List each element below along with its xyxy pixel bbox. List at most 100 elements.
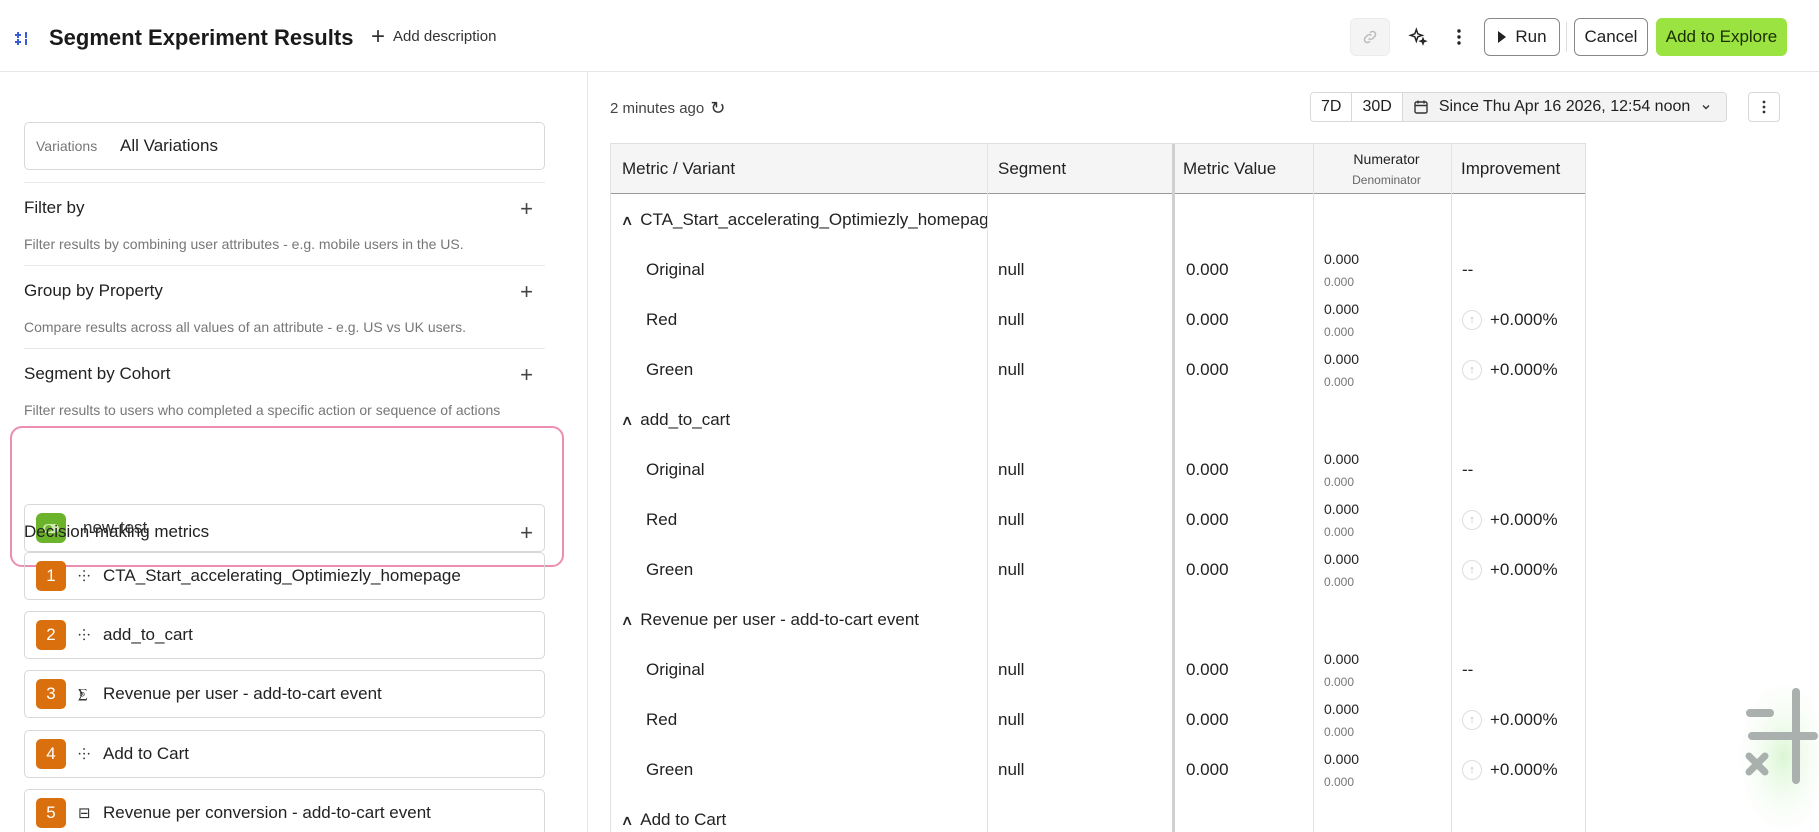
- numerator-denominator: 0.000 0.000: [1324, 251, 1360, 289]
- sparkle-icon: [1408, 27, 1428, 46]
- variant-name: Original: [646, 460, 705, 479]
- plus-icon: +: [371, 22, 386, 50]
- arrow-up-icon: ↑: [1462, 560, 1482, 580]
- ai-assist-button[interactable]: [1400, 18, 1436, 56]
- arrow-up-icon: ↑: [1462, 360, 1482, 380]
- numerator-label: Numerator: [1353, 151, 1420, 167]
- chevron-up-icon[interactable]: ∧: [620, 412, 633, 429]
- filter-by-title: Filter by: [24, 198, 85, 217]
- variant-name: Original: [646, 660, 705, 679]
- variations-selector[interactable]: Variations All Variations: [24, 122, 545, 170]
- metric-name: Revenue per user - add-to-cart event: [103, 684, 382, 703]
- table-row: Green null 0.000 0.000 0.000 ↑ +0.000%: [611, 345, 1585, 395]
- play-icon: [1498, 31, 1507, 43]
- sum-icon: ⨊: [78, 685, 88, 703]
- add-to-explore-button[interactable]: Add to Explore: [1656, 18, 1787, 56]
- variant-name: Green: [646, 760, 694, 779]
- column-header-segment[interactable]: Segment: [987, 144, 1172, 194]
- kebab-icon: [1762, 100, 1766, 114]
- metric-name: CTA_Start_accelerating_Optimiezly_homepa…: [103, 566, 461, 585]
- metric-item[interactable]: 3 ⨊ Revenue per user - add-to-cart event: [24, 670, 545, 718]
- numerator-denominator: 0.000 0.000: [1324, 351, 1360, 389]
- segment-value: null: [998, 460, 1025, 479]
- variant-name: Green: [646, 360, 694, 379]
- metric-rank-badge: 5: [36, 798, 66, 828]
- add-metric-button[interactable]: +: [520, 520, 533, 546]
- metric-group-row[interactable]: ∧ Revenue per user - add-to-cart event: [611, 595, 1585, 645]
- metric-item[interactable]: 4 ⸭ Add to Cart: [24, 730, 545, 778]
- metric-group-row[interactable]: ∧ CTA_Start_accelerating_Optimiezly_homep…: [611, 195, 1585, 245]
- column-header-improvement[interactable]: Improvement: [1450, 144, 1585, 194]
- variant-name: Red: [646, 510, 678, 529]
- metric-group-row[interactable]: ∧ Add to Cart: [611, 795, 1585, 832]
- column-header-numerator[interactable]: Numerator Denominator: [1312, 144, 1450, 194]
- table-row: Original null 0.000 0.000 0.000 --: [611, 245, 1585, 295]
- metric-item[interactable]: 1 ⸭ CTA_Start_accelerating_Optimiezly_ho…: [24, 552, 545, 600]
- run-button[interactable]: Run: [1484, 18, 1560, 56]
- date-picker-button[interactable]: Since Thu Apr 16 2026, 12:54 noon: [1402, 93, 1727, 121]
- metric-group-label: ∧ Revenue per user - add-to-cart event: [620, 610, 920, 629]
- more-options-button[interactable]: [1444, 18, 1474, 56]
- improvement-value: ↑ +0.000%: [1451, 295, 1585, 345]
- metric-value: 0.000: [1186, 360, 1229, 379]
- column-header-metric-value[interactable]: Metric Value: [1172, 144, 1312, 194]
- table-options-button[interactable]: [1748, 92, 1780, 122]
- segment-value: null: [998, 310, 1025, 329]
- add-group-button[interactable]: +: [520, 279, 533, 305]
- metric-value: 0.000: [1186, 560, 1229, 579]
- copy-link-button[interactable]: [1350, 18, 1390, 56]
- segment-by-desc: Filter results to users who completed a …: [24, 402, 501, 418]
- add-description-button[interactable]: + Add description: [371, 22, 497, 50]
- cancel-button[interactable]: Cancel: [1574, 18, 1648, 56]
- segment-value: null: [998, 260, 1025, 279]
- improvement-value: --: [1462, 460, 1474, 479]
- table-row: Red null 0.000 0.000 0.000 ↑ +0.000%: [611, 695, 1585, 745]
- variant-name: Red: [646, 310, 678, 329]
- calculator-widget-icon[interactable]: [1730, 682, 1819, 832]
- segment-value: null: [998, 510, 1025, 529]
- table-row: Red null 0.000 0.000 0.000 ↑ +0.000%: [611, 295, 1585, 345]
- range-7d-button[interactable]: 7D: [1311, 93, 1353, 121]
- denominator-label: Denominator: [1352, 173, 1421, 187]
- segment-by-title: Segment by Cohort: [24, 364, 171, 383]
- variations-value: All Variations: [120, 136, 218, 155]
- metric-value: 0.000: [1186, 460, 1229, 479]
- metrics-title: Decision-making metrics: [24, 522, 210, 541]
- table-row: Original null 0.000 0.000 0.000 --: [611, 645, 1585, 695]
- variant-name: Original: [646, 260, 705, 279]
- page-title: Segment Experiment Results: [49, 25, 354, 50]
- refresh-icon[interactable]: ↻: [710, 98, 725, 119]
- column-header-metric[interactable]: Metric / Variant: [611, 144, 987, 194]
- results-table: Metric / Variant Segment Metric Value Nu…: [610, 143, 1586, 832]
- add-filter-button[interactable]: +: [520, 196, 533, 222]
- last-updated-text: 2 minutes ago: [610, 100, 705, 117]
- segment-value: null: [998, 760, 1025, 779]
- filter-by-desc: Filter results by combining user attribu…: [24, 236, 464, 252]
- improvement-value: --: [1462, 660, 1474, 679]
- chevron-up-icon[interactable]: ∧: [620, 612, 633, 629]
- segment-value: null: [998, 660, 1025, 679]
- chevron-up-icon[interactable]: ∧: [620, 812, 633, 829]
- arrow-up-icon: ↑: [1462, 310, 1482, 330]
- numerator-denominator: 0.000 0.000: [1324, 651, 1360, 689]
- chevron-up-icon[interactable]: ∧: [620, 212, 633, 229]
- page-header: Segment Experiment Results + Add descrip…: [0, 0, 1819, 72]
- divider: [24, 348, 545, 349]
- metric-group-label: ∧ Add to Cart: [620, 810, 727, 829]
- add-segment-button[interactable]: +: [520, 362, 533, 388]
- metric-group-row[interactable]: ∧ add_to_cart: [611, 395, 1585, 445]
- add-description-label: Add description: [393, 28, 497, 45]
- metric-item[interactable]: 5 ⊟ Revenue per conversion - add-to-cart…: [24, 789, 545, 832]
- numerator-denominator: 0.000 0.000: [1324, 501, 1360, 539]
- improvement-value: ↑ +0.000%: [1451, 345, 1585, 395]
- numerator-denominator: 0.000 0.000: [1324, 701, 1360, 739]
- table-row: Original null 0.000 0.000 0.000 --: [611, 445, 1585, 495]
- metric-item[interactable]: 2 ⸭ add_to_cart: [24, 611, 545, 659]
- improvement-value: --: [1462, 260, 1474, 279]
- segment-value: null: [998, 360, 1025, 379]
- metric-rank-badge: 3: [36, 679, 66, 709]
- metric-value: 0.000: [1186, 710, 1229, 729]
- run-label: Run: [1515, 27, 1547, 46]
- metrics-section: Decision-making metrics +: [24, 520, 545, 545]
- range-30d-button[interactable]: 30D: [1352, 93, 1403, 121]
